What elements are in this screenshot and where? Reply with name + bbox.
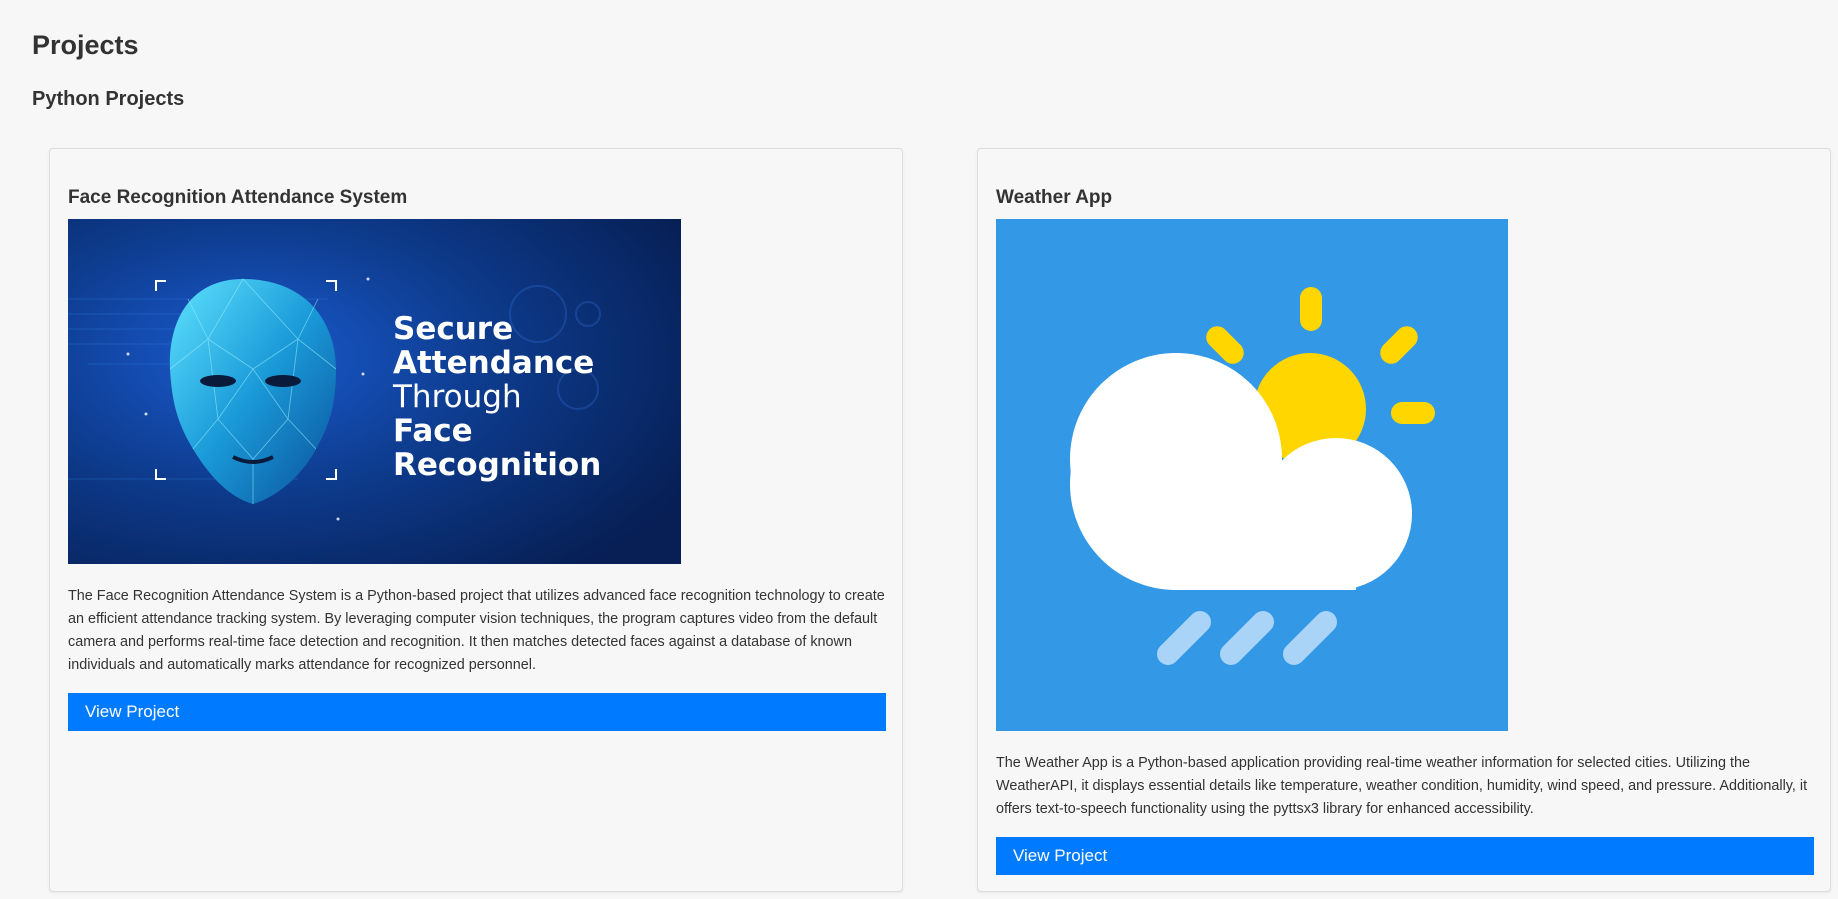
- page-title: Projects: [32, 30, 139, 60]
- project-description: The Weather App is a Python-based applic…: [996, 755, 1808, 817]
- banner-text-line-4: Face: [393, 413, 473, 449]
- view-project-button[interactable]: View Project: [996, 837, 1814, 875]
- project-description: The Face Recognition Attendance System i…: [68, 588, 885, 673]
- banner-text-line-1: Secure: [393, 311, 513, 347]
- banner-text-line-3: Through: [392, 379, 522, 415]
- weather-cloud-sun-rain-icon: [996, 219, 1508, 731]
- project-card-face-recognition: Face Recognition Attendance System Secur…: [49, 148, 903, 892]
- project-card-weather-app: Weather App The Weather App is a Python-…: [977, 148, 1831, 892]
- banner-text-line-2: Attendance: [393, 345, 594, 381]
- project-title: Face Recognition Attendance System: [68, 187, 408, 208]
- projects-page: Projects Python Projects Face Recognitio…: [0, 0, 1838, 899]
- project-title: Weather App: [996, 187, 1113, 208]
- section-title: Python Projects: [32, 88, 185, 110]
- face-recognition-image: Secure Attendance Through Face Recogniti…: [68, 219, 681, 564]
- view-project-button[interactable]: View Project: [68, 693, 886, 731]
- banner-text-line-5: Recognition: [393, 447, 601, 483]
